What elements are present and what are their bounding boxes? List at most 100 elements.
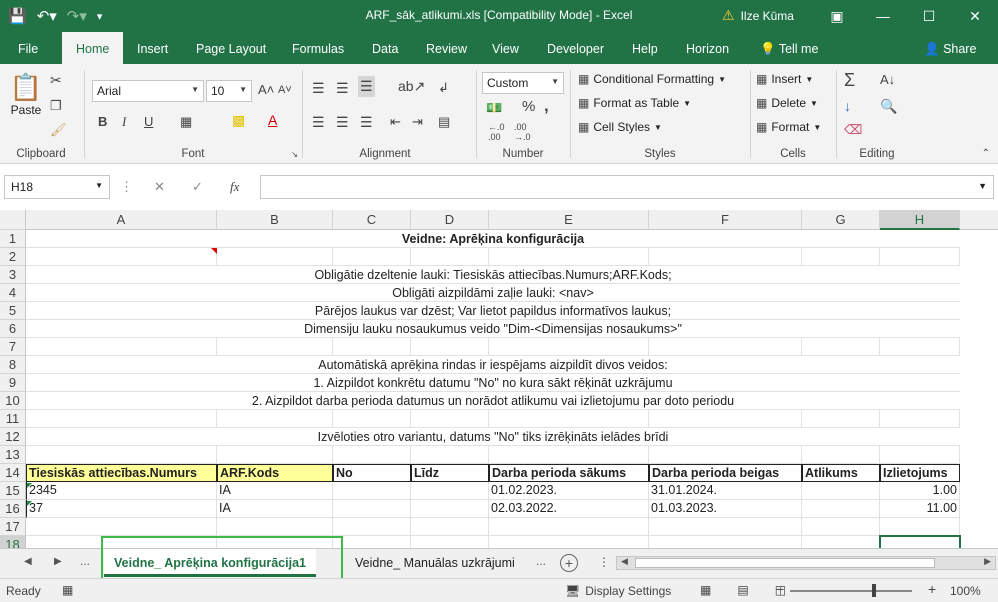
row-header[interactable]: 16 <box>0 500 26 518</box>
data-cell[interactable]: 1.00 <box>880 482 960 500</box>
empty-cell[interactable] <box>217 518 333 536</box>
empty-cell[interactable] <box>649 446 802 464</box>
font-size-select[interactable]: 10 ▼ <box>206 80 252 102</box>
header-cell[interactable]: ARF.Kods <box>217 464 333 482</box>
maximize-icon[interactable]: ☐ <box>906 0 952 32</box>
empty-cell[interactable] <box>649 338 802 356</box>
tab-help[interactable]: Help <box>632 32 658 64</box>
align-center-icon[interactable]: ☰ <box>336 114 349 131</box>
empty-cell[interactable] <box>802 410 880 428</box>
empty-cell[interactable] <box>217 338 333 356</box>
insert-function-button[interactable]: fx <box>230 179 239 195</box>
italic-button[interactable]: I <box>122 114 126 130</box>
column-header[interactable]: B <box>217 210 333 230</box>
data-cell[interactable] <box>333 500 411 518</box>
data-cell[interactable]: 11.00 <box>880 500 960 518</box>
data-cell[interactable]: 2345 <box>26 482 217 500</box>
instruction-line[interactable]: Obligāti aizpildāmi zaļie lauki: <nav> <box>26 284 960 302</box>
empty-cell[interactable] <box>411 338 489 356</box>
minimize-icon[interactable]: — <box>860 0 906 32</box>
dialog-launcher-icon[interactable]: ↘ <box>291 150 298 159</box>
empty-cell[interactable] <box>411 248 489 266</box>
insert-button[interactable]: ▦ Insert ▼ <box>756 72 813 86</box>
instruction-line[interactable]: Pārējos laukus var dzēst; Var lietot pap… <box>26 302 960 320</box>
name-box[interactable]: H18 ▼ <box>4 175 110 199</box>
row-header[interactable]: 9 <box>0 374 26 392</box>
instruction-line[interactable]: Obligātie dzeltenie lauki: Tiesiskās att… <box>26 266 960 284</box>
row-header[interactable]: 10 <box>0 392 26 410</box>
data-cell[interactable]: 02.03.2022. <box>489 500 649 518</box>
empty-cell[interactable] <box>489 446 649 464</box>
empty-cell[interactable] <box>489 248 649 266</box>
number-format-select[interactable]: Custom ▼ <box>482 72 564 94</box>
empty-cell[interactable] <box>217 446 333 464</box>
column-header[interactable]: A <box>26 210 217 230</box>
data-cell[interactable] <box>411 482 489 500</box>
close-icon[interactable]: ✕ <box>952 0 998 32</box>
row-header[interactable]: 3 <box>0 266 26 284</box>
row-header[interactable]: 15 <box>0 482 26 500</box>
header-cell[interactable]: Atlikums <box>802 464 880 482</box>
instruction-line[interactable]: Izvēloties otro variantu, datums "No" ti… <box>26 428 960 446</box>
align-middle-icon[interactable]: ☰ <box>336 80 349 97</box>
empty-cell[interactable] <box>26 410 217 428</box>
comment-indicator-icon[interactable] <box>211 248 217 254</box>
empty-cell[interactable] <box>411 536 489 548</box>
data-cell[interactable]: 31.01.2024. <box>649 482 802 500</box>
empty-cell[interactable] <box>489 536 649 548</box>
empty-cell[interactable] <box>217 410 333 428</box>
empty-cell[interactable] <box>649 248 802 266</box>
tell-me-box[interactable]: 💡 Tell me <box>760 32 818 64</box>
empty-cell[interactable] <box>880 248 960 266</box>
increase-decimal-icon[interactable]: ←.0.00 <box>488 122 505 142</box>
decrease-decimal-icon[interactable]: .00 →.0 <box>514 122 531 142</box>
zoom-out-icon[interactable]: − <box>776 581 784 597</box>
tab-data[interactable]: Data <box>372 32 398 64</box>
share-button[interactable]: 👤 Share <box>924 32 976 64</box>
format-button[interactable]: ▦ Format ▼ <box>756 120 821 134</box>
column-header[interactable]: F <box>649 210 802 230</box>
row-header[interactable]: 13 <box>0 446 26 464</box>
column-header[interactable]: D <box>411 210 489 230</box>
borders-icon[interactable]: ▦ <box>180 114 192 130</box>
zoom-slider-thumb[interactable] <box>872 584 876 597</box>
cell-styles-button[interactable]: ▦ Cell Styles ▼ <box>578 120 662 134</box>
fill-color-icon[interactable]: ▩ <box>232 112 245 129</box>
worksheet-grid[interactable]: A B C D E F G H 1 2 3 4 5 6 7 8 9 10 11 … <box>0 210 998 548</box>
percent-button[interactable]: % <box>522 98 535 115</box>
error-indicator-icon[interactable] <box>27 483 32 488</box>
header-cell[interactable]: Tiesiskās attiecības.Numurs <box>26 464 217 482</box>
find-select-icon[interactable]: 🔍 <box>880 98 897 115</box>
select-all-corner[interactable] <box>0 210 26 230</box>
row-header[interactable]: 8 <box>0 356 26 374</box>
scrollbar-thumb[interactable] <box>635 558 935 568</box>
merge-center-icon[interactable]: ▤ <box>438 114 450 130</box>
tab-home[interactable]: Home <box>62 32 124 66</box>
row-header[interactable]: 17 <box>0 518 26 536</box>
error-indicator-icon[interactable] <box>27 501 32 506</box>
align-left-icon[interactable]: ☰ <box>312 114 325 131</box>
empty-cell[interactable] <box>880 518 960 536</box>
page-layout-view-icon[interactable]: ▤ <box>737 583 748 597</box>
underline-button[interactable]: U <box>144 114 153 129</box>
row-header[interactable]: 11 <box>0 410 26 428</box>
zoom-level[interactable]: 100% <box>950 584 981 598</box>
tab-file[interactable]: File <box>18 32 38 64</box>
align-bottom-icon[interactable]: ☰ <box>358 76 375 97</box>
tab-horizon[interactable]: Horizon <box>686 32 729 64</box>
instruction-line[interactable]: 2. Aizpildot darba perioda datumus un no… <box>26 392 960 410</box>
header-cell[interactable]: Izlietojums <box>880 464 960 482</box>
paste-button[interactable]: 📋 Paste <box>6 72 46 117</box>
tab-page-layout[interactable]: Page Layout <box>196 32 266 64</box>
cut-icon[interactable]: ✂ <box>50 72 62 89</box>
empty-cell[interactable] <box>411 518 489 536</box>
conditional-formatting-button[interactable]: ▦ Conditional Formatting ▼ <box>578 72 726 86</box>
empty-cell[interactable] <box>217 248 333 266</box>
clear-icon[interactable]: ⌫ <box>844 122 862 138</box>
empty-cell[interactable] <box>802 338 880 356</box>
ribbon-display-icon[interactable]: ▣ <box>814 0 860 32</box>
header-cell[interactable]: Darba perioda sākums <box>489 464 649 482</box>
row-header-selected[interactable]: 18 <box>0 536 26 548</box>
fill-icon[interactable]: ↓ <box>844 98 851 114</box>
instruction-line[interactable]: Automātiskā aprēķina rindas ir iespējams… <box>26 356 960 374</box>
